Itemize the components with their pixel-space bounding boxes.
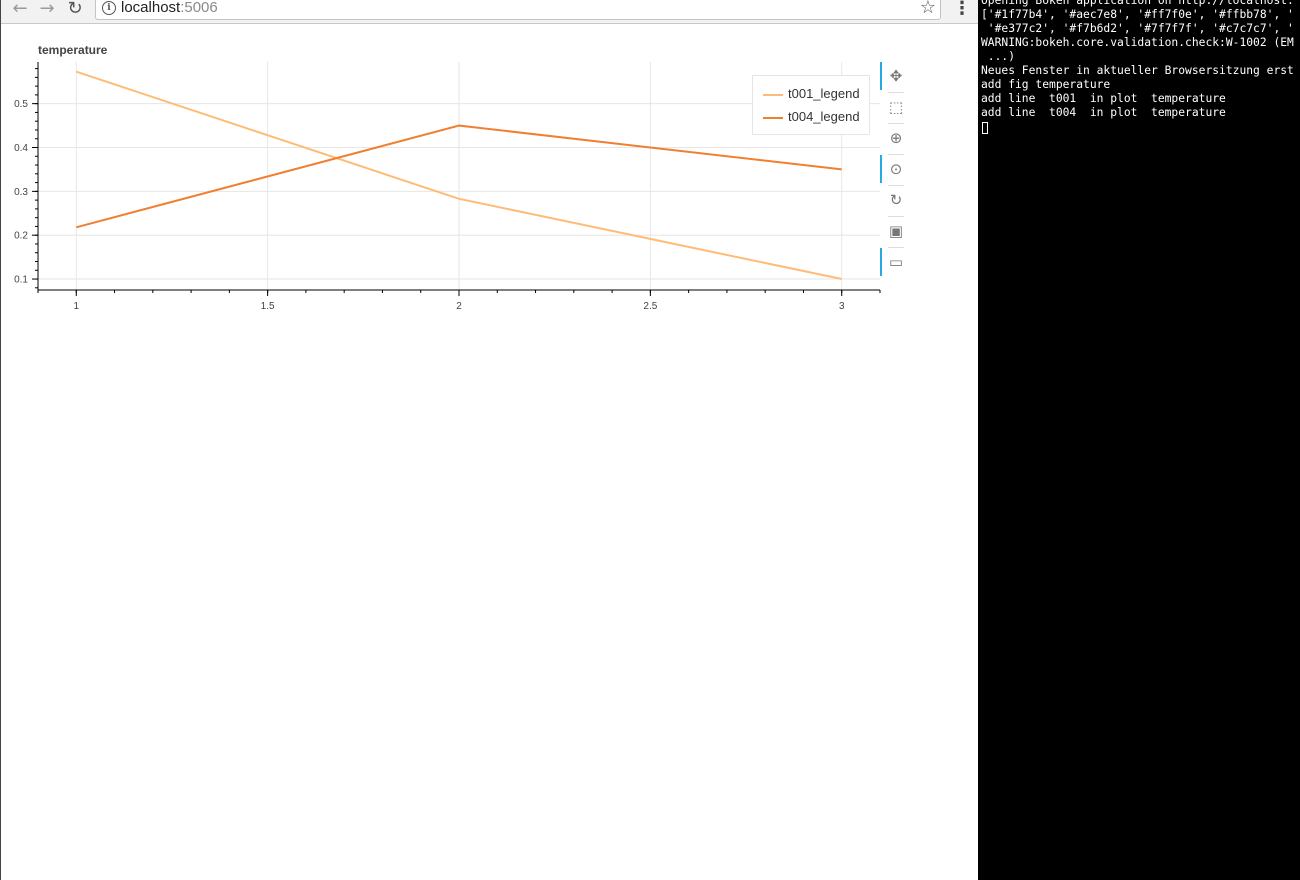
active-tool-indicator [880, 248, 882, 276]
y-tick-label: 0.3 [14, 187, 28, 198]
box-zoom-icon[interactable]: ⬚ [882, 93, 910, 121]
terminal-cursor [982, 122, 988, 134]
terminal-line: Neues Fenster in aktueller Browsersitzun… [981, 64, 1294, 77]
bokeh-toolbar: ✥ ⬚ ⊕ ⊙ ↻ ▣ ▭ [880, 62, 910, 282]
terminal-line: add line t004 in plot temperature [981, 106, 1226, 119]
legend-swatch-t001 [763, 94, 783, 96]
active-tool-indicator [880, 62, 882, 90]
x-tick-label: 3 [839, 301, 845, 312]
chart-legend: t001_legend t004_legend [752, 75, 870, 135]
save-icon[interactable]: ▣ [882, 217, 910, 245]
legend-item-t004: t004_legend [763, 109, 873, 127]
hover-icon[interactable]: ▭ [882, 248, 910, 276]
legend-item-t001: t001_legend [763, 86, 873, 104]
terminal-window[interactable]: Opening Bokeh application on http://loca… [978, 0, 1300, 880]
x-tick-label: 2 [456, 301, 462, 312]
terminal-line: ['#1f77b4', '#aec7e8', '#ff7f0e', '#ffbb… [981, 8, 1294, 21]
y-tick-label: 0.5 [14, 99, 28, 110]
terminal-line: ...) [981, 50, 1016, 63]
x-tick-label: 1 [73, 301, 79, 312]
wheel-zoom-icon[interactable]: ⊕ [882, 124, 910, 152]
zoom-in-icon[interactable]: ⊙ [882, 155, 910, 183]
terminal-line: WARNING:bokeh.core.validation.check:W-10… [981, 36, 1294, 49]
active-tool-indicator [880, 155, 882, 183]
chart-canvas[interactable]: 1 1.5 2 2.5 3 0.1 0.2 0.3 0.4 0.5 [1, 0, 978, 320]
legend-swatch-t004 [763, 117, 783, 119]
y-tick-label: 0.1 [14, 275, 28, 286]
reset-icon[interactable]: ↻ [882, 186, 910, 214]
legend-label-t004: t004_legend [788, 109, 860, 124]
browser-window: ← → ↻ i localhost:5006 ☆ ⋮ temperature 1… [0, 0, 978, 880]
terminal-line: add fig temperature [981, 78, 1111, 91]
y-tick-label: 0.2 [14, 231, 28, 242]
terminal-line: Opening Bokeh application on http://loca… [981, 0, 1294, 7]
terminal-line: '#e377c2', '#f7b6d2', '#7f7f7f', '#c7c7c… [981, 22, 1294, 35]
y-tick-label: 0.4 [14, 143, 28, 154]
x-tick-label: 2.5 [643, 301, 657, 312]
terminal-line: add line t001 in plot temperature [981, 92, 1226, 105]
pan-icon[interactable]: ✥ [882, 62, 910, 90]
legend-label-t001: t001_legend [788, 86, 860, 101]
x-tick-label: 1.5 [261, 301, 275, 312]
